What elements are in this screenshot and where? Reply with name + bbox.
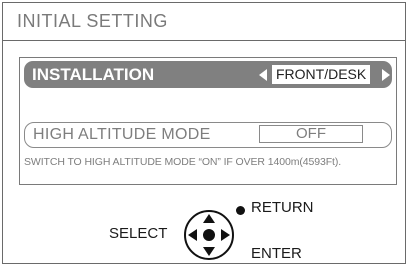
triangle-right-icon[interactable] <box>382 69 390 81</box>
title-bar: INITIAL SETTING <box>3 3 405 41</box>
enter-label: ENTER <box>251 245 302 262</box>
return-dot-icon <box>236 206 245 215</box>
dialog-title: INITIAL SETTING <box>17 11 168 31</box>
directional-pad-icon <box>184 210 234 260</box>
high-altitude-value[interactable]: OFF <box>259 125 363 143</box>
high-altitude-row[interactable]: HIGH ALTITUDE MODE OFF <box>24 122 392 148</box>
triangle-left-icon[interactable] <box>259 69 267 81</box>
installation-row[interactable]: INSTALLATION FRONT/DESK <box>24 61 392 88</box>
installation-label: INSTALLATION <box>32 65 155 84</box>
select-label: SELECT <box>109 225 168 242</box>
high-altitude-note: SWITCH TO HIGH ALTITUDE MODE “ON” IF OVE… <box>24 156 342 168</box>
initial-setting-dialog: INITIAL SETTING INSTALLATION FRONT/DESK … <box>2 2 406 264</box>
installation-value: FRONT/DESK <box>272 65 371 84</box>
settings-panel: INSTALLATION FRONT/DESK HIGH ALTITUDE MO… <box>19 57 397 185</box>
return-label: RETURN <box>251 199 314 216</box>
high-altitude-label: HIGH ALTITUDE MODE <box>33 126 211 143</box>
pad-center-icon <box>203 229 215 241</box>
